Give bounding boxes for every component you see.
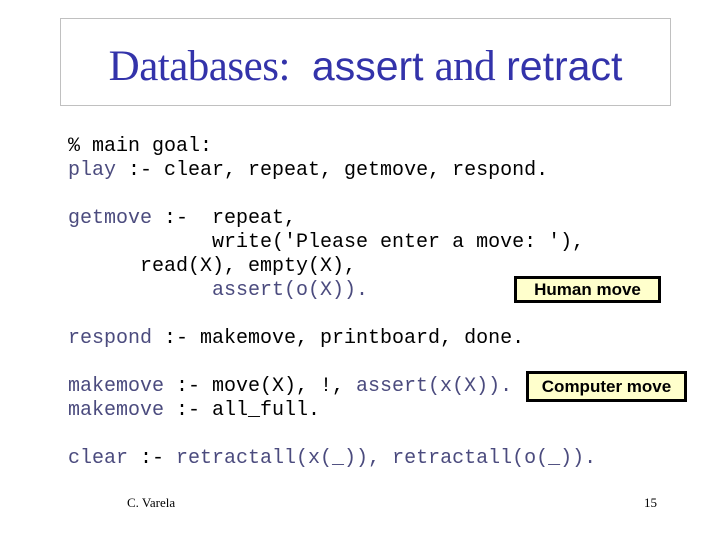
code-highlight: retractall(x(_)), retractall(o(_)). — [176, 447, 597, 470]
code-block: % main goal: play :- clear, repeat, getmo… — [68, 135, 596, 471]
code-text: :- makemove, printboard, done. — [152, 327, 525, 350]
code-text: read(X), empty(X), — [68, 255, 357, 278]
code-text: write('Please enter a move: '), — [68, 231, 585, 254]
slide-title: Databases: assert and retract — [61, 41, 670, 92]
title-part-assert: assert — [311, 43, 424, 89]
title-box: Databases: assert and retract — [60, 18, 671, 106]
human-move-label: Human move — [534, 279, 641, 299]
code-text: :- move(X), !, — [164, 375, 357, 398]
computer-move-callout: Computer move — [526, 371, 687, 402]
computer-move-label: Computer move — [541, 376, 672, 396]
code-highlight: play — [68, 159, 117, 182]
title-part-databases: Databases: — [108, 43, 291, 90]
code-line: respond :- makemove, printboard, done. — [68, 327, 596, 351]
code-text: % main goal: — [68, 135, 213, 158]
code-highlight: respond — [68, 327, 153, 350]
code-highlight: assert(x(X)). — [356, 375, 513, 398]
code-line: clear :- retractall(x(_)), retractall(o(… — [68, 447, 596, 471]
code-text: :- clear, repeat, getmove, respond. — [116, 159, 549, 182]
page-number: 15 — [644, 495, 657, 510]
code-line: makemove :- all_full. — [68, 399, 596, 423]
code-highlight: makemove — [68, 399, 165, 422]
title-part-and: and — [434, 43, 496, 90]
footer-author: C. Varela — [127, 495, 176, 510]
code-highlight: clear — [68, 447, 129, 470]
title-part-retract: retract — [506, 43, 623, 89]
code-highlight: getmove — [68, 207, 153, 230]
code-line: % main goal: — [68, 135, 596, 159]
code-text: :- — [128, 447, 177, 470]
code-text: :- all_full. — [164, 399, 321, 422]
code-line: makemove :- move(X), !, assert(x(X)). — [68, 375, 596, 399]
code-highlight: assert(o(X)). — [212, 279, 369, 302]
code-line: play :- clear, repeat, getmove, respond. — [68, 159, 596, 183]
code-text: :- repeat, — [152, 207, 297, 230]
code-line: write('Please enter a move: '), — [68, 231, 596, 255]
code-highlight: makemove — [68, 375, 165, 398]
human-move-callout: Human move — [514, 276, 661, 303]
code-line: getmove :- repeat, — [68, 207, 596, 231]
